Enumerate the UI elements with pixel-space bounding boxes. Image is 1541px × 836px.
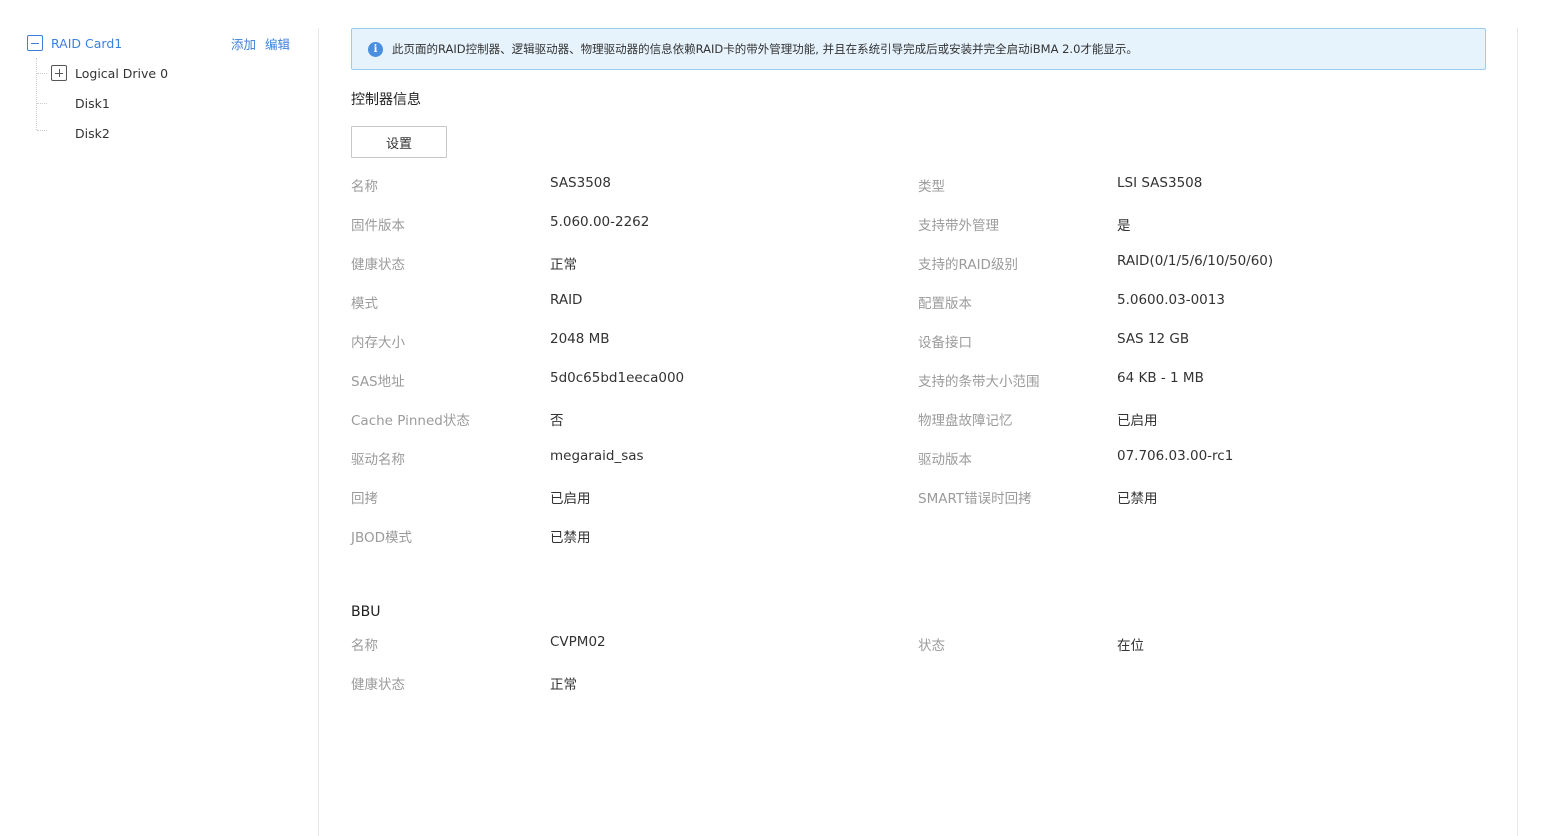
field-value: 在位 <box>1117 638 1144 654</box>
field-label: SMART错误时回拷 <box>918 491 1032 507</box>
field-label: 健康状态 <box>351 257 405 273</box>
field-value: 已启用 <box>550 491 591 507</box>
field-value: 正常 <box>550 677 577 693</box>
field-label: 健康状态 <box>351 677 405 693</box>
collapse-icon[interactable] <box>27 35 43 51</box>
field-value: CVPM02 <box>550 634 606 650</box>
tree-connector <box>37 103 47 104</box>
field-value: 已禁用 <box>1117 491 1158 507</box>
tree-node-raid-card1[interactable]: RAID Card1 <box>27 33 122 53</box>
field-value: 2048 MB <box>550 331 610 347</box>
field-label: 驱动名称 <box>351 452 405 468</box>
field-value: 正常 <box>550 257 577 273</box>
info-banner-text: 此页面的RAID控制器、逻辑驱动器、物理驱动器的信息依赖RAID卡的带外管理功能… <box>392 42 1138 56</box>
tree-node-disk1[interactable]: Disk1 <box>67 93 110 113</box>
field-label: 驱动版本 <box>918 452 972 468</box>
field-value: 5.0600.03-0013 <box>1117 292 1225 308</box>
field-value: 07.706.03.00-rc1 <box>1117 448 1234 464</box>
field-value: 64 KB - 1 MB <box>1117 370 1204 386</box>
field-label: 配置版本 <box>918 296 972 312</box>
field-value: LSI SAS3508 <box>1117 175 1203 191</box>
field-label: 状态 <box>918 638 945 654</box>
field-label: JBOD模式 <box>351 530 413 546</box>
field-label: 支持带外管理 <box>918 218 999 234</box>
field-value: 5.060.00-2262 <box>550 214 650 230</box>
field-label: 回拷 <box>351 491 378 507</box>
raid-tree-panel: RAID Card1 添加 编辑 Logical Drive 0 Disk1 D… <box>0 0 318 836</box>
tree-node-disk2[interactable]: Disk2 <box>67 123 110 143</box>
field-value: RAID <box>550 292 583 308</box>
field-label: 物理盘故障记忆 <box>918 413 1013 429</box>
settings-button[interactable]: 设置 <box>351 126 447 158</box>
field-label: SAS地址 <box>351 374 405 390</box>
field-value: SAS 12 GB <box>1117 331 1190 347</box>
field-label: 固件版本 <box>351 218 405 234</box>
field-value: 否 <box>550 413 564 429</box>
controller-section-title: 控制器信息 <box>351 92 421 108</box>
field-label: 名称 <box>351 179 378 195</box>
edit-button[interactable]: 编辑 <box>265 34 290 53</box>
field-value: 已禁用 <box>550 530 591 546</box>
tree-connector <box>37 73 47 74</box>
panel-divider <box>318 28 319 836</box>
field-label: 模式 <box>351 296 378 312</box>
tree-connector <box>37 130 47 131</box>
field-value: SAS3508 <box>550 175 611 191</box>
tree-node-label[interactable]: Disk2 <box>75 126 110 141</box>
expand-icon[interactable] <box>51 65 67 81</box>
field-value: 5d0c65bd1eeca000 <box>550 370 685 386</box>
tree-node-label[interactable]: Disk1 <box>75 96 110 111</box>
field-label: 名称 <box>351 638 378 654</box>
field-label: 支持的RAID级别 <box>918 257 1018 273</box>
field-value: 是 <box>1117 218 1131 234</box>
info-icon: i <box>368 41 383 57</box>
field-value: 已启用 <box>1117 413 1158 429</box>
tree-connector <box>36 58 37 130</box>
add-button[interactable]: 添加 <box>231 34 256 53</box>
field-label: 类型 <box>918 179 945 195</box>
bbu-section-title: BBU <box>351 604 381 620</box>
panel-divider <box>1517 28 1518 836</box>
tree-node-label[interactable]: Logical Drive 0 <box>75 66 168 81</box>
field-label: 支持的条带大小范围 <box>918 374 1040 390</box>
field-label: 设备接口 <box>918 335 972 351</box>
tree-node-label[interactable]: RAID Card1 <box>51 36 122 51</box>
field-value: RAID(0/1/5/6/10/50/60) <box>1117 253 1274 269</box>
info-banner: i 此页面的RAID控制器、逻辑驱动器、物理驱动器的信息依赖RAID卡的带外管理… <box>351 28 1486 70</box>
field-label: Cache Pinned状态 <box>351 413 470 429</box>
field-label: 内存大小 <box>351 335 405 351</box>
field-value: megaraid_sas <box>550 448 644 464</box>
tree-node-logical-drive-0[interactable]: Logical Drive 0 <box>51 63 168 83</box>
